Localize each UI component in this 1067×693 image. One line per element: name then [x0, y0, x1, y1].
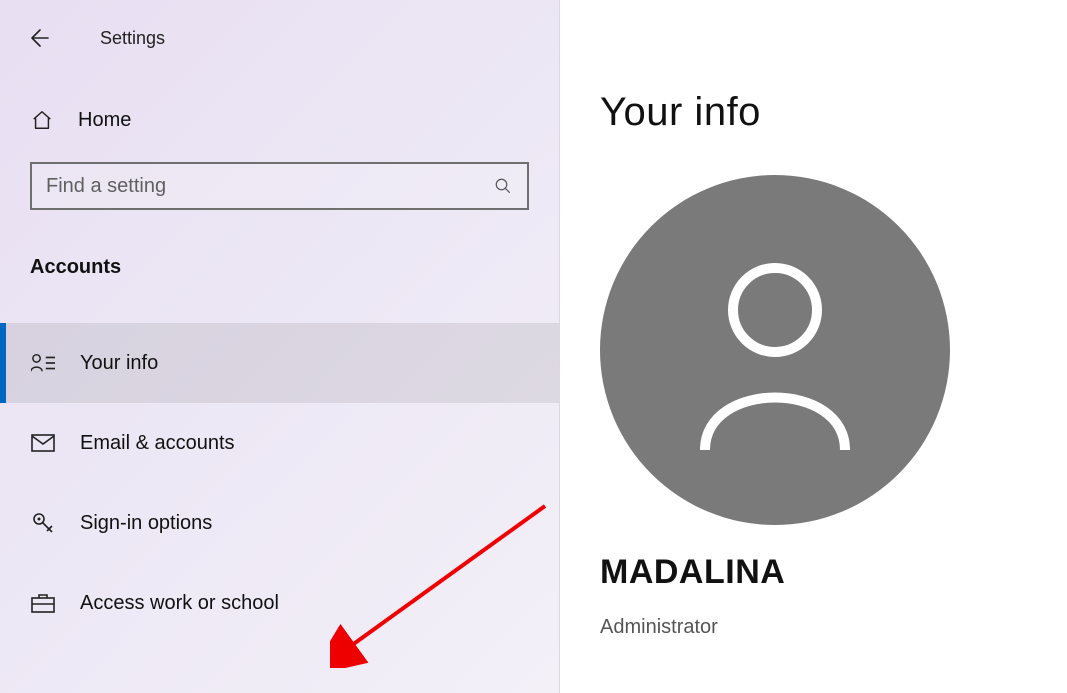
sidebar-item-sign-in-options[interactable]: Sign-in options: [0, 483, 559, 563]
title-bar: Settings: [0, 0, 559, 60]
sidebar-item-label: Access work or school: [80, 592, 279, 615]
sidebar-item-email-accounts[interactable]: Email & accounts: [0, 403, 559, 483]
avatar: [600, 175, 950, 525]
search-field[interactable]: [46, 175, 493, 198]
sidebar-item-label: Email & accounts: [80, 432, 235, 455]
home-icon: [30, 109, 54, 131]
back-icon[interactable]: [24, 24, 52, 52]
briefcase-icon: [30, 593, 56, 613]
app-title: Settings: [100, 28, 165, 49]
mail-icon: [30, 434, 56, 452]
person-list-icon: [30, 352, 56, 374]
user-role: Administrator: [600, 616, 1067, 639]
nav-list: Your info Email & accounts Sign-in optio…: [0, 323, 559, 643]
sidebar-item-label: Home: [78, 109, 131, 132]
sidebar-item-label: Sign-in options: [80, 512, 212, 535]
sidebar: Settings Home Accounts Your info: [0, 0, 560, 693]
key-icon: [30, 511, 56, 535]
user-name: MADALINA: [600, 553, 1067, 592]
sidebar-item-label: Your info: [80, 352, 158, 375]
section-header-accounts: Accounts: [30, 256, 559, 279]
search-input[interactable]: [30, 162, 529, 210]
main-content: Your info MADALINA Administrator: [560, 0, 1067, 693]
sidebar-item-access-work-school[interactable]: Access work or school: [0, 563, 559, 643]
sidebar-item-your-info[interactable]: Your info: [0, 323, 559, 403]
search-icon: [493, 176, 513, 196]
sidebar-item-home[interactable]: Home: [0, 100, 559, 140]
person-icon: [685, 250, 865, 450]
page-title: Your info: [600, 90, 1067, 135]
